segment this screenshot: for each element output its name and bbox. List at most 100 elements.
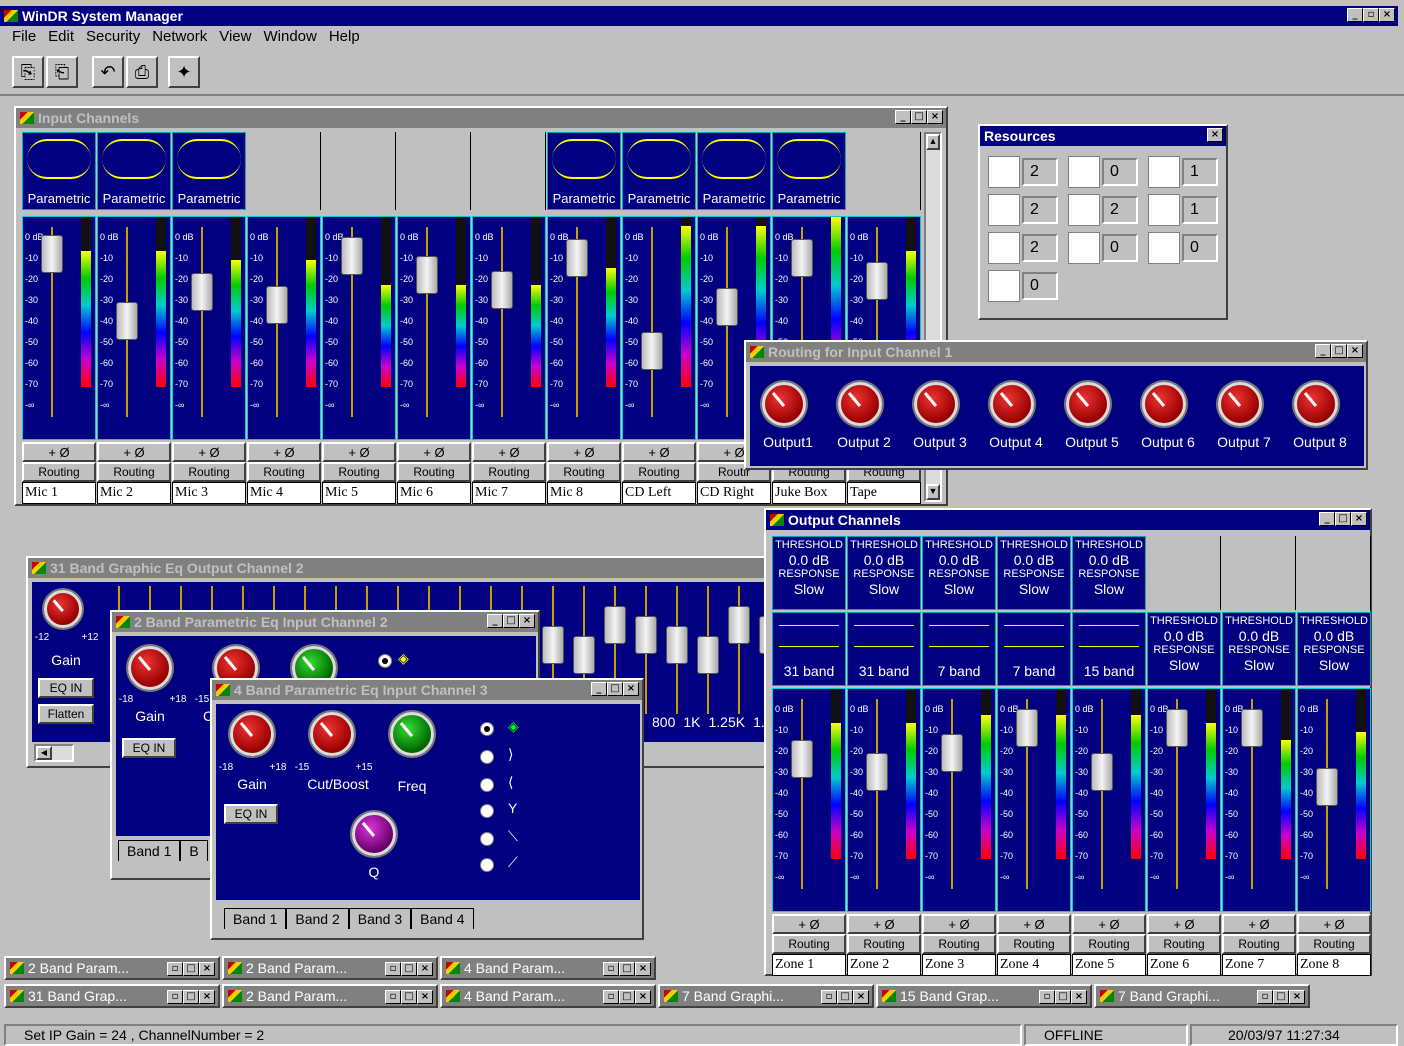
output-level-knob[interactable] <box>1066 382 1110 426</box>
fader-handle[interactable] <box>791 238 813 277</box>
minimize-button[interactable]: _ <box>895 110 911 124</box>
menu-window[interactable]: Window <box>257 26 322 48</box>
eq-slider-handle[interactable] <box>604 606 626 644</box>
close-button[interactable]: × <box>417 962 433 976</box>
menu-security[interactable]: Security <box>80 26 146 48</box>
routing-button[interactable]: Routing <box>1297 934 1371 954</box>
routing-button[interactable]: Routing <box>997 934 1071 954</box>
high-shelf-radio[interactable] <box>480 778 494 792</box>
phase-invert-button[interactable]: + Ø <box>397 442 471 462</box>
parametric-eq-box[interactable]: Parametric <box>697 132 771 210</box>
compressor-box[interactable]: THRESHOLD 0.0 dB RESPONSE Slow <box>1072 536 1146 610</box>
high-pass-radio[interactable] <box>480 858 494 872</box>
maximize-button[interactable]: □ <box>837 990 853 1004</box>
fader-handle[interactable] <box>716 287 738 326</box>
output-level-knob[interactable] <box>1218 382 1262 426</box>
eq-in-button[interactable]: EQ IN <box>122 738 176 758</box>
fader-handle[interactable] <box>1166 708 1188 747</box>
graphic-eq-box[interactable]: 31 band <box>772 612 846 686</box>
close-button[interactable]: × <box>1071 990 1087 1004</box>
fader-handle[interactable] <box>266 286 288 325</box>
copy-icon[interactable]: ⎘ <box>12 56 44 88</box>
minimize-button[interactable]: _ <box>1347 8 1363 22</box>
delay-icon[interactable] <box>1068 232 1100 264</box>
restore-button[interactable]: ▫ <box>1039 990 1055 1004</box>
low-pass-radio[interactable] <box>480 832 494 846</box>
close-button[interactable]: × <box>1347 344 1363 358</box>
restore-button[interactable]: ▫ <box>603 962 619 976</box>
minimized-window[interactable]: 7 Band Graphi... ▫ □ × <box>1094 984 1310 1008</box>
maximize-button[interactable]: □ <box>619 962 635 976</box>
parametric-eq-box[interactable]: Parametric <box>172 132 246 210</box>
minimized-window[interactable]: 2 Band Param... ▫ □ × <box>222 956 438 980</box>
channel-name[interactable]: Mic 7 <box>472 482 546 504</box>
restore-button[interactable]: ▫ <box>167 990 183 1004</box>
close-button[interactable]: × <box>417 990 433 1004</box>
menu-view[interactable]: View <box>213 26 257 48</box>
menu-file[interactable]: File <box>6 26 42 48</box>
fader-handle[interactable] <box>866 753 888 792</box>
fader-handle[interactable] <box>1316 768 1338 807</box>
output-level-knob[interactable] <box>990 382 1034 426</box>
graphic-eq-15-icon[interactable] <box>1148 194 1180 226</box>
fader-handle[interactable] <box>491 270 513 309</box>
graphic-eq-box[interactable]: 15 band <box>1072 612 1146 686</box>
gain-knob[interactable] <box>44 590 82 628</box>
minimized-window[interactable]: 2 Band Param... ▫ □ × <box>4 956 220 980</box>
fader-handle[interactable] <box>1016 708 1038 747</box>
close-button[interactable]: × <box>1207 128 1223 142</box>
fader-handle[interactable] <box>1091 753 1113 792</box>
low-shelf-radio[interactable] <box>480 750 494 764</box>
close-button[interactable]: × <box>623 682 639 696</box>
compressor-box[interactable]: THRESHOLD 0.0 dB RESPONSE Slow <box>997 536 1071 610</box>
gain-knob[interactable] <box>230 712 274 756</box>
routing-button[interactable]: Routing <box>1222 934 1296 954</box>
minimized-window[interactable]: 15 Band Grap... ▫ □ × <box>876 984 1092 1008</box>
parametric-eq-box[interactable]: Parametric <box>22 132 96 210</box>
routing-button[interactable]: Routing <box>1072 934 1146 954</box>
routing-button[interactable]: Routing <box>547 462 621 482</box>
restore-button[interactable]: ▫ <box>385 990 401 1004</box>
routing-button[interactable]: Routing <box>247 462 321 482</box>
routing-button[interactable]: Routing <box>322 462 396 482</box>
channel-name[interactable]: Mic 3 <box>172 482 246 504</box>
print-icon[interactable]: ⎙ <box>126 56 158 88</box>
undo-icon[interactable]: ↶ <box>92 56 124 88</box>
phase-invert-button[interactable]: + Ø <box>772 914 846 934</box>
maximize-button[interactable]: □ <box>503 614 519 628</box>
maximize-button[interactable]: □ <box>183 962 199 976</box>
q-knob[interactable] <box>352 812 396 856</box>
close-button[interactable]: × <box>519 614 535 628</box>
minimize-button[interactable]: _ <box>1315 344 1331 358</box>
close-button[interactable]: × <box>1289 990 1305 1004</box>
band-type-radio[interactable] <box>378 654 392 668</box>
parametric-eq-box[interactable]: Parametric <box>772 132 846 210</box>
notch-radio[interactable] <box>480 804 494 818</box>
routing-button[interactable]: Routing <box>97 462 171 482</box>
filter-icon[interactable] <box>1148 232 1180 264</box>
restore-button[interactable]: ▫ <box>1363 8 1379 22</box>
minimize-button[interactable]: _ <box>591 682 607 696</box>
phase-invert-button[interactable]: + Ø <box>922 914 996 934</box>
channel-name[interactable]: CD Right <box>697 482 771 504</box>
eq-in-button[interactable]: EQ IN <box>224 804 278 824</box>
phase-invert-button[interactable]: + Ø <box>97 442 171 462</box>
phase-invert-button[interactable]: + Ø <box>1147 914 1221 934</box>
maximize-button[interactable]: □ <box>1335 512 1351 526</box>
routing-button[interactable]: Routing <box>22 462 96 482</box>
fader-handle[interactable] <box>1241 708 1263 747</box>
horizontal-scrollbar[interactable]: ◀ <box>34 744 74 762</box>
phase-invert-button[interactable]: + Ø <box>1222 914 1296 934</box>
graphic-eq-box[interactable]: 7 band <box>922 612 996 686</box>
fader-handle[interactable] <box>41 235 63 274</box>
parametric-eq-box[interactable]: Parametric <box>547 132 621 210</box>
compressor-box[interactable]: THRESHOLD 0.0 dB RESPONSE Slow <box>922 536 996 610</box>
eq-slider-handle[interactable] <box>666 626 688 664</box>
phase-invert-button[interactable]: + Ø <box>22 442 96 462</box>
close-button[interactable]: × <box>927 110 943 124</box>
close-button[interactable]: × <box>635 962 651 976</box>
fader-handle[interactable] <box>341 236 363 275</box>
phase-invert-button[interactable]: + Ø <box>247 442 321 462</box>
close-button[interactable]: × <box>635 990 651 1004</box>
output-level-knob[interactable] <box>838 382 882 426</box>
